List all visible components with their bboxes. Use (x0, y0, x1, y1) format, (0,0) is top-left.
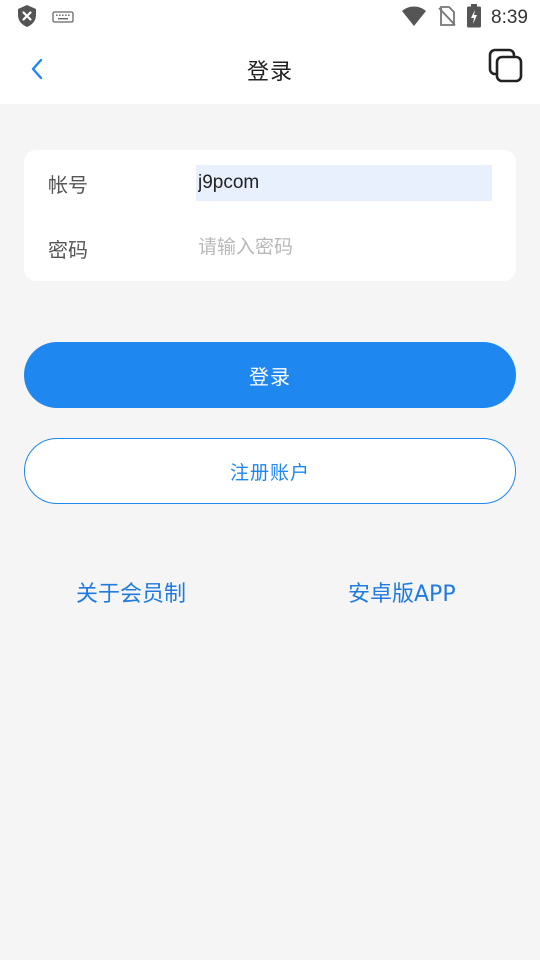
password-row: 密码 (24, 215, 516, 280)
password-label: 密码 (48, 238, 88, 262)
status-bar: 8:39 (0, 0, 540, 36)
app-bar: 登录 (0, 36, 540, 104)
multi-window-icon (488, 48, 524, 88)
clock-time: 8:39 (491, 7, 528, 28)
login-form-card: 帐号 密码 (24, 150, 516, 281)
account-row: 帐号 (24, 150, 516, 215)
back-button[interactable] (22, 56, 52, 86)
register-account-button[interactable]: 注册账户 (24, 438, 516, 504)
no-sim-icon (437, 5, 457, 31)
page-title: 登录 (246, 60, 293, 85)
shield-x-icon (16, 4, 38, 32)
about-membership-link[interactable]: 关于会员制 (76, 576, 186, 608)
login-button[interactable]: 登录 (24, 342, 516, 408)
account-input[interactable] (196, 165, 492, 201)
chevron-left-icon (30, 57, 44, 85)
multi-window-button[interactable] (486, 48, 526, 88)
battery-charging-icon (467, 4, 482, 32)
password-input[interactable] (196, 230, 492, 266)
android-app-link[interactable]: 安卓版APP (348, 576, 456, 608)
keyboard-icon (52, 9, 74, 28)
wifi-icon (401, 5, 427, 31)
footer-links: 关于会员制 安卓版APP (0, 576, 540, 616)
account-label: 帐号 (48, 173, 88, 197)
